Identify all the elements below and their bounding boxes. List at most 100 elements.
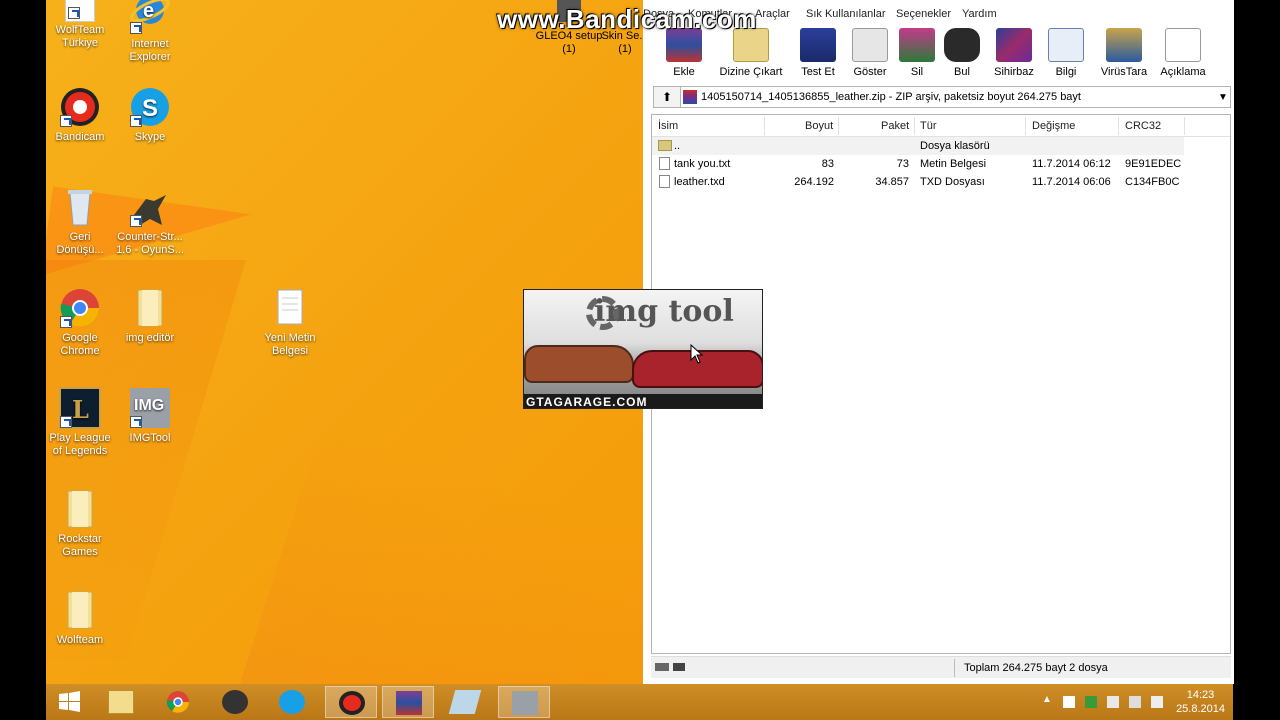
taskbar-steam[interactable] [209, 686, 261, 718]
desktop-icon-rockstar-games[interactable]: Rockstar Games [45, 487, 115, 559]
taskbar-chrome[interactable] [152, 686, 204, 718]
tray-chevron-icon[interactable]: ▲ [1042, 694, 1054, 706]
counter-strike-icon [128, 185, 172, 229]
taskbar-file-explorer[interactable] [95, 686, 147, 718]
column-type[interactable]: Tür [920, 120, 937, 132]
desktop-icon-label: IMGTool [129, 432, 171, 444]
table-row[interactable]: tank you.txt 83 73 Metin Belgesi 11.7.20… [652, 155, 1230, 173]
desktop-icon-skype[interactable]: S Skype [115, 85, 185, 144]
taskbar-skype[interactable] [266, 686, 318, 718]
mouse-cursor-icon [690, 344, 704, 364]
desktop-icon-label: Google Chrome [60, 332, 100, 357]
imgtool-splash-image: img tool GTAGARAGE.COM [523, 289, 763, 409]
wizard-icon [996, 28, 1032, 62]
comment-icon [1165, 28, 1201, 62]
desktop-icon-label: Internet Explorer [129, 38, 171, 63]
menu-favorites[interactable]: Sık Kullanılanlar [806, 8, 886, 20]
desktop-icon-wolfteam-turkiye[interactable]: WolfTeam Türkiye [45, 0, 115, 50]
desktop-icon-imgtool[interactable]: IMG IMGTool [115, 386, 185, 445]
svg-text:e: e [143, 0, 154, 22]
text-file-icon [659, 157, 670, 170]
file-name: tank you.txt [674, 158, 731, 170]
toolbar-label: Göster [853, 66, 887, 78]
toolbar-label: Dizine Çıkart [719, 66, 783, 78]
toolbar-label: Bul [954, 66, 970, 78]
file-size: 264.192 [794, 176, 834, 188]
desktop-icon-counter-strike[interactable]: Counter-Str... 1.6 - OyunS... [115, 185, 185, 257]
taskbar-bandicam[interactable] [325, 686, 377, 718]
svg-text:L: L [72, 395, 89, 424]
extract-to-button[interactable]: Dizine Çıkart [713, 28, 789, 78]
test-button[interactable]: Test Et [793, 28, 843, 78]
comment-button[interactable]: Açıklama [1155, 28, 1211, 78]
menu-options[interactable]: Seçenekler [896, 8, 951, 20]
desktop-icon-league-of-legends[interactable]: L Play League of Legends [45, 386, 115, 458]
car-graphic [524, 345, 634, 383]
taskbar-notepad[interactable] [439, 686, 491, 718]
file-name: .. [674, 140, 681, 152]
winrar-icon [396, 691, 422, 715]
taskbar-imgtool[interactable] [498, 686, 550, 718]
wizard-button[interactable]: Sihirbaz [989, 28, 1039, 78]
key-icon [673, 663, 685, 671]
desktop-icon-bandicam[interactable]: Bandicam [45, 85, 115, 144]
desktop-icon-img-editor[interactable]: img editör [115, 286, 185, 345]
security-icon[interactable] [1085, 696, 1097, 708]
desktop-icon-label: Play League of Legends [49, 432, 111, 457]
up-folder-button[interactable]: ⬆ [653, 86, 681, 108]
column-crc32[interactable]: CRC32 [1125, 120, 1161, 132]
toolbar-label: Ekle [673, 66, 695, 78]
table-row[interactable]: .. Dosya klasörü [652, 137, 1184, 155]
toolbar-label: Sihirbaz [994, 66, 1034, 78]
table-row[interactable]: leather.txd 264.192 34.857 TXD Dosyası 1… [652, 173, 1230, 191]
recycle-bin-icon [58, 185, 102, 229]
folder-icon [658, 140, 672, 151]
column-size[interactable]: Boyut [805, 120, 833, 132]
desktop-icon-new-text-document[interactable]: Yeni Metin Belgesi [255, 286, 325, 358]
desktop-icon-wolfteam[interactable]: Wolfteam [45, 588, 115, 647]
desktop-icon-label: Yeni Metin Belgesi [264, 332, 316, 357]
column-name[interactable]: İsim [658, 120, 678, 132]
view-button[interactable]: Göster [845, 28, 895, 78]
menu-tools[interactable]: Araçlar [755, 8, 790, 20]
battery-icon[interactable] [1129, 696, 1141, 708]
desktop-icon-label: Rockstar Games [58, 533, 102, 558]
notepad-icon [448, 690, 482, 714]
test-icon [800, 28, 836, 62]
virus-scan-button[interactable]: VirüsTara [1099, 28, 1149, 78]
toolbar-label: VirüsTara [1100, 66, 1148, 78]
desktop-icon-label: Bandicam [55, 131, 105, 143]
delete-button[interactable]: Sil [897, 28, 937, 78]
status-bar: Toplam 264.275 bayt 2 dosya [651, 656, 1231, 678]
network-icon[interactable] [1107, 696, 1119, 708]
toolbar-label: Açıklama [1160, 66, 1206, 78]
steam-icon [222, 690, 248, 714]
bandicam-icon [58, 85, 102, 129]
desktop-icon-internet-explorer[interactable]: e Internet Explorer [115, 0, 185, 64]
add-button[interactable]: Ekle [659, 28, 709, 78]
menu-help[interactable]: Yardım [962, 8, 997, 20]
flag-icon[interactable] [1063, 696, 1075, 708]
delete-icon [899, 28, 935, 62]
volume-icon[interactable] [1151, 696, 1163, 708]
desktop-icon-google-chrome[interactable]: Google Chrome [45, 286, 115, 358]
find-button[interactable]: Bul [942, 28, 982, 78]
clock[interactable]: 14:23 25.8.2014 [1176, 688, 1225, 716]
desktop-icon-label: img editör [125, 332, 175, 344]
info-button[interactable]: Bilgi [1046, 28, 1086, 78]
start-button[interactable] [46, 684, 92, 720]
chevron-down-icon[interactable]: ▼ [1218, 92, 1228, 103]
desktop-icon-label: Geri Dönüşü... [56, 231, 104, 256]
folder-icon [128, 286, 172, 330]
taskbar-winrar[interactable] [382, 686, 434, 718]
clock-time: 14:23 [1186, 689, 1215, 701]
desktop-icon-label: WolfTeam Türkiye [55, 24, 105, 49]
league-of-legends-icon: L [58, 386, 102, 430]
desktop-icon-recycle-bin[interactable]: Geri Dönüşü... [45, 185, 115, 257]
column-packed[interactable]: Paket [881, 120, 909, 132]
skype-icon [279, 690, 305, 714]
find-icon [944, 28, 980, 62]
column-modified[interactable]: Değişme [1032, 120, 1075, 132]
svg-text:IMG: IMG [134, 397, 164, 414]
desktop-decoration [240, 420, 660, 684]
